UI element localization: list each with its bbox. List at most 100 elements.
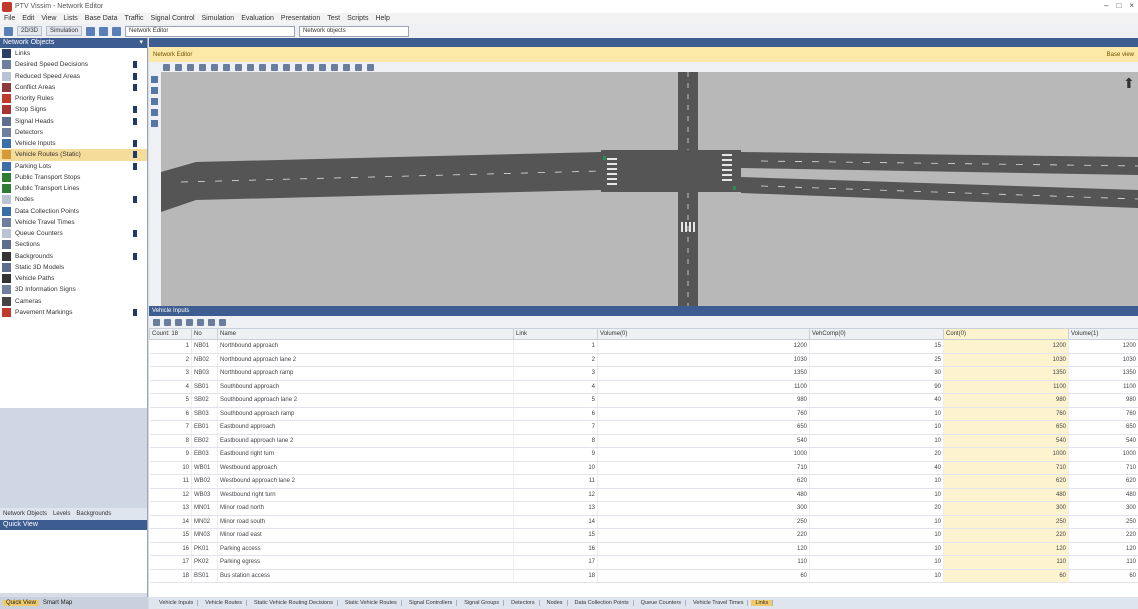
table-cell[interactable]: NB01 xyxy=(191,339,218,354)
table-cell[interactable]: 480 xyxy=(597,488,810,502)
table-cell[interactable]: 40 xyxy=(809,393,944,408)
table-cell[interactable]: 60 xyxy=(943,569,1069,583)
visibility-toggle[interactable] xyxy=(133,106,137,114)
table-cell[interactable]: 760 xyxy=(597,407,810,421)
table-cell[interactable]: 1100 xyxy=(1068,380,1138,394)
pin-icon[interactable]: ▾ xyxy=(139,38,143,48)
network-object-item[interactable]: Public Transport Stops xyxy=(0,172,147,183)
open-icon[interactable] xyxy=(4,26,13,36)
tab-vehicle-travel-times[interactable]: Vehicle Travel Times xyxy=(689,600,749,606)
table-cell[interactable]: 60 xyxy=(597,569,810,583)
table-cell[interactable]: PK01 xyxy=(191,542,218,556)
table-cell[interactable]: 250 xyxy=(1068,515,1138,529)
table-row[interactable]: 14 MN02 Minor road south 14 250 10 250 250 xyxy=(149,515,1138,529)
table-cell[interactable]: 540 xyxy=(943,434,1069,448)
table-cell[interactable]: 7 xyxy=(513,420,598,435)
fit-icon[interactable] xyxy=(211,63,218,71)
signal-head-east[interactable] xyxy=(733,186,736,190)
table-cell[interactable]: 1 xyxy=(513,339,598,354)
table-cell[interactable]: 10 xyxy=(513,461,598,475)
menu-item-scripts[interactable]: Scripts xyxy=(347,15,368,22)
table-cell[interactable]: 1000 xyxy=(1068,447,1138,462)
table-cell[interactable]: WB01 xyxy=(191,461,218,475)
play-icon[interactable] xyxy=(86,26,96,36)
tab-vehicle-routes[interactable]: Vehicle Routes xyxy=(201,600,247,606)
table-cell[interactable]: Eastbound approach lane 2 xyxy=(217,434,514,448)
table-row[interactable]: 12 WB03 Westbound right turn 12 480 10 480 480 xyxy=(149,488,1138,502)
sort-icon[interactable] xyxy=(197,318,204,326)
select-icon[interactable] xyxy=(163,63,170,71)
table-cell[interactable]: 14 xyxy=(149,515,192,529)
network-object-item[interactable]: Parking Lots xyxy=(0,161,147,172)
objects-combo[interactable]: Network objects xyxy=(299,25,410,37)
table-cell[interactable]: MN02 xyxy=(191,515,218,529)
table-cell[interactable]: MN03 xyxy=(191,528,218,543)
table-row[interactable]: 18 BS01 Bus station access 18 60 10 60 60 xyxy=(149,569,1138,583)
table-row[interactable]: 13 MN01 Minor road north 13 300 20 300 300 xyxy=(149,501,1138,516)
network-object-item[interactable]: Static 3D Models xyxy=(0,262,147,273)
minimize-button[interactable]: – xyxy=(1104,1,1108,10)
table-cell[interactable]: 5 xyxy=(149,393,192,408)
table-cell[interactable]: Southbound approach ramp xyxy=(217,407,514,421)
table-cell[interactable]: Parking egress xyxy=(217,555,514,570)
table-cell[interactable]: 10 xyxy=(809,488,944,502)
table-cell[interactable]: 300 xyxy=(1068,501,1138,516)
table-cell[interactable]: EB03 xyxy=(191,447,218,462)
table-cell[interactable]: 10 xyxy=(809,569,944,583)
table-cell[interactable]: 30 xyxy=(809,366,944,381)
visibility-toggle[interactable] xyxy=(133,140,137,148)
network-object-item[interactable]: Desired Speed Decisions xyxy=(0,59,147,70)
tab-static-vehicle-routing-decisions[interactable]: Static Vehicle Routing Decisions xyxy=(250,600,338,606)
table-cell[interactable]: 1030 xyxy=(597,353,810,367)
table-cell[interactable]: 9 xyxy=(149,447,192,462)
tab-vehicle-inputs[interactable]: Vehicle Inputs xyxy=(155,600,199,606)
table-cell[interactable]: 1 xyxy=(149,339,192,354)
pan-tool-icon[interactable] xyxy=(151,87,158,94)
table-cell[interactable]: Southbound approach lane 2 xyxy=(217,393,514,408)
table-cell[interactable]: 1200 xyxy=(1068,339,1138,354)
menu-item-presentation[interactable]: Presentation xyxy=(281,15,320,22)
table-row[interactable]: 10 WB01 Westbound approach 10 710 40 710 710 xyxy=(149,461,1138,475)
table-cell[interactable]: 14 xyxy=(513,515,598,529)
simulation-button[interactable]: Simulation xyxy=(46,26,83,36)
zoom-in-icon[interactable] xyxy=(187,63,194,71)
table-cell[interactable]: 710 xyxy=(1068,461,1138,475)
table-cell[interactable]: 2 xyxy=(149,353,192,367)
table-cell[interactable]: 540 xyxy=(597,434,810,448)
network-object-item[interactable]: Reduced Speed Areas xyxy=(0,71,147,82)
table-cell[interactable]: 250 xyxy=(943,515,1069,529)
table-cell[interactable]: 8 xyxy=(513,434,598,448)
pause-icon[interactable] xyxy=(99,26,109,36)
table-cell[interactable]: 1350 xyxy=(1068,366,1138,381)
table-cell[interactable]: Minor road north xyxy=(217,501,514,516)
table-cell[interactable]: 110 xyxy=(943,555,1069,570)
signal-head-west[interactable] xyxy=(603,156,606,160)
filter-icon[interactable] xyxy=(208,318,215,326)
table-cell[interactable]: 16 xyxy=(149,542,192,556)
view-toggle-button[interactable]: 2D/3D xyxy=(17,26,43,36)
column-header[interactable]: VehComp(0) xyxy=(809,328,944,340)
visibility-toggle[interactable] xyxy=(133,83,137,91)
table-cell[interactable]: Westbound right turn xyxy=(217,488,514,502)
table-cell[interactable]: 6 xyxy=(149,407,192,421)
table-cell[interactable]: Westbound approach lane 2 xyxy=(217,474,514,489)
table-cell[interactable]: WB03 xyxy=(191,488,218,502)
network-object-item[interactable]: Vehicle Inputs xyxy=(0,138,147,149)
table-cell[interactable]: 3 xyxy=(149,366,192,381)
table-cell[interactable]: MN01 xyxy=(191,501,218,516)
network-object-item[interactable]: Stop Signs xyxy=(0,104,147,115)
table-cell[interactable]: 1200 xyxy=(943,339,1069,354)
table-cell[interactable]: 220 xyxy=(1068,528,1138,543)
editor-combo[interactable]: Network Editor xyxy=(125,25,296,37)
table-row[interactable]: 8 EB02 Eastbound approach lane 2 8 540 10 540 5… xyxy=(149,434,1138,448)
network-object-item[interactable]: Sections xyxy=(0,239,147,250)
table-cell[interactable]: 540 xyxy=(1068,434,1138,448)
network-object-item[interactable]: Nodes xyxy=(0,194,147,205)
network-object-item[interactable]: 3D Information Signs xyxy=(0,284,147,295)
table-cell[interactable]: 11 xyxy=(513,474,598,489)
table-cell[interactable]: 9 xyxy=(513,447,598,462)
table-cell[interactable]: 620 xyxy=(597,474,810,489)
redo-icon[interactable] xyxy=(367,63,374,71)
paste-icon[interactable] xyxy=(186,318,193,326)
table-cell[interactable]: 1100 xyxy=(597,380,810,394)
